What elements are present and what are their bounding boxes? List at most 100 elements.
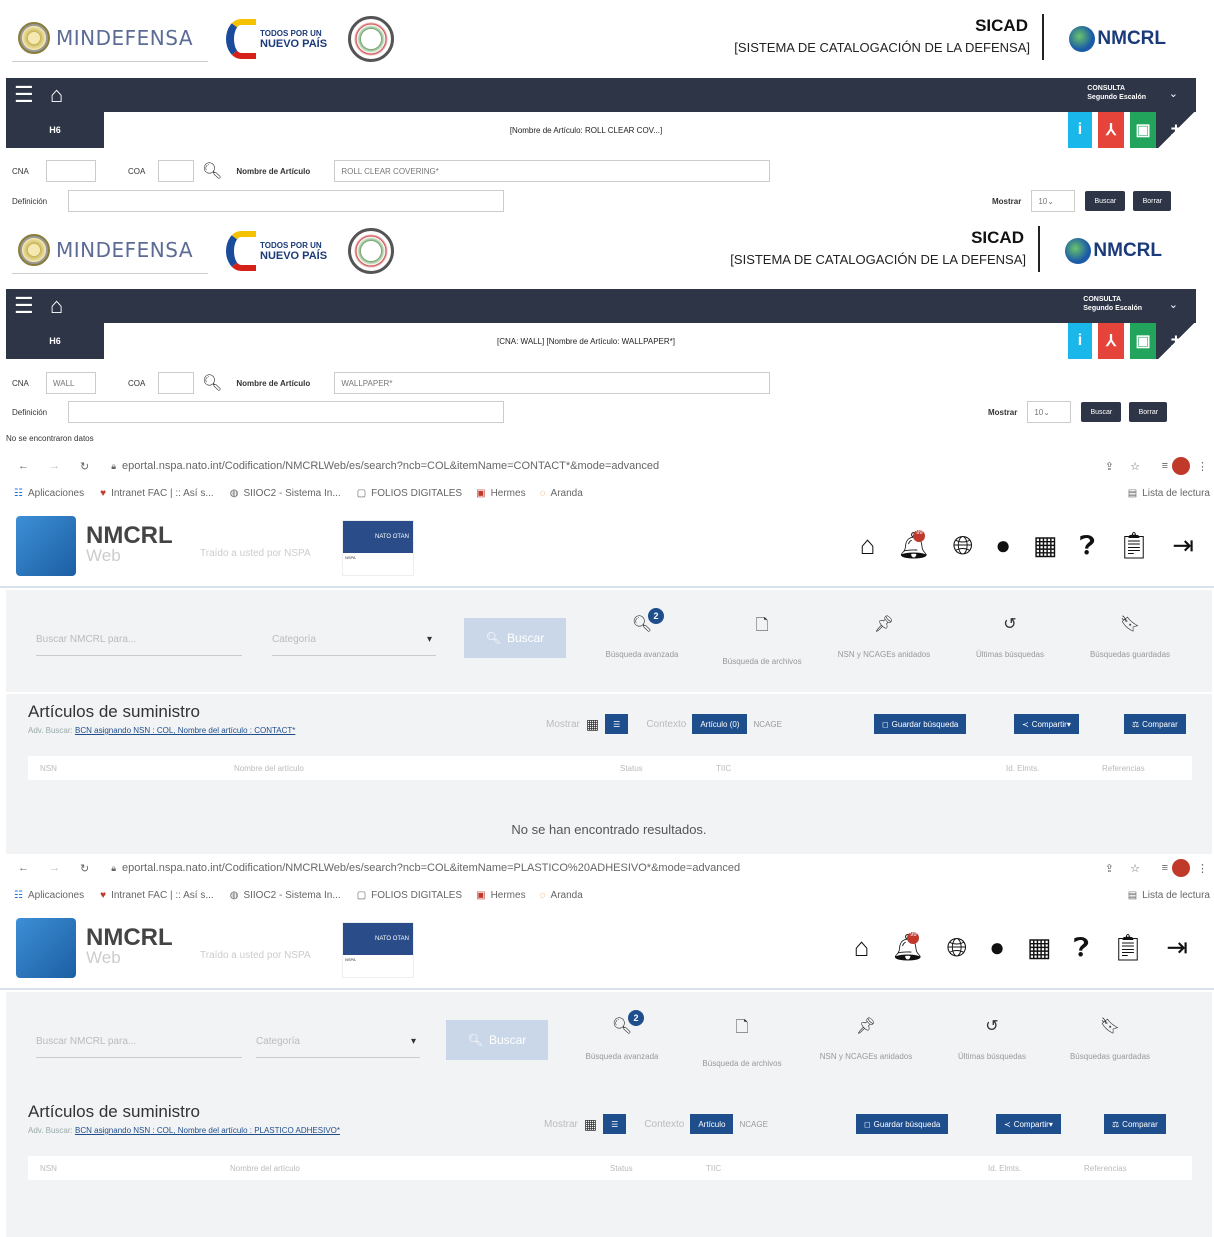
profile-avatar[interactable] xyxy=(1172,859,1190,877)
playlist-icon[interactable]: ≡ xyxy=(1162,460,1168,472)
clipboard-icon[interactable]: 📋︎ xyxy=(1117,530,1150,562)
bookmark-aplicaciones[interactable]: ☷ Aplicaciones xyxy=(14,890,84,901)
grid-icon[interactable]: ▦ xyxy=(1033,530,1058,562)
context-articulo-button[interactable]: Artículo xyxy=(690,1114,734,1134)
excel-icon[interactable]: ▣ xyxy=(1130,323,1156,359)
plus-minus-icon[interactable]: ± xyxy=(1156,112,1196,148)
bookmark-folios[interactable]: ▢ FOLIOS DIGITALES xyxy=(357,488,462,499)
compare-button[interactable]: ⚖ Comparar xyxy=(1124,714,1186,734)
search-input[interactable]: Buscar NMCRL para... xyxy=(36,1024,242,1058)
file-search-tool[interactable]: 🗋 Búsqueda de archivos xyxy=(682,1016,802,1068)
advanced-search-tool[interactable]: 🔍︎ 2 Búsqueda avanzada xyxy=(562,1010,682,1061)
share-icon[interactable]: ⇪ xyxy=(1105,460,1114,473)
definicion-input[interactable] xyxy=(68,401,504,423)
url-field[interactable]: eportal.nspa.nato.int/Codification/NMCRL… xyxy=(122,460,659,472)
nested-nsn-tool[interactable]: 📌︎ NSN y NCAGEs anidados xyxy=(824,614,944,659)
logout-icon[interactable]: ⇥ xyxy=(1172,530,1194,562)
borrar-button[interactable]: Borrar xyxy=(1133,191,1172,211)
bookmark-intranet[interactable]: ♥ Intranet FAC | :: Así s... xyxy=(100,488,214,499)
cna-input[interactable]: WALL xyxy=(46,372,96,394)
circle-icon[interactable]: ● xyxy=(995,530,1011,562)
nombre-input[interactable]: WALLPAPER* xyxy=(334,372,771,394)
home-icon[interactable]: ⌂ xyxy=(854,932,870,964)
grid-icon[interactable]: ▦ xyxy=(1027,932,1052,964)
bookmark-intranet[interactable]: ♥ Intranet FAC | :: Así s... xyxy=(100,890,214,901)
saved-searches-tool[interactable]: 🔖︎ Búsquedas guardadas xyxy=(1050,1016,1170,1061)
definicion-input[interactable] xyxy=(68,190,504,212)
category-select[interactable]: Categoría ▾ xyxy=(272,622,436,656)
logout-icon[interactable]: ⇥ xyxy=(1166,932,1188,964)
advanced-query-link[interactable]: BCN asignando NSN : COL, Nombre del artí… xyxy=(75,1126,340,1135)
kebab-menu-icon[interactable]: ⋮ xyxy=(1197,862,1208,875)
advanced-query-link[interactable]: BCN asignando NSN : COL, Nombre del artí… xyxy=(75,726,295,735)
bookmark-folios[interactable]: ▢ FOLIOS DIGITALES xyxy=(357,890,462,901)
bookmark-aplicaciones[interactable]: ☷ Aplicaciones xyxy=(14,488,84,499)
cna-input[interactable] xyxy=(46,160,96,182)
excel-icon[interactable]: ▣ xyxy=(1130,112,1156,148)
share-icon[interactable]: ⇪ xyxy=(1105,862,1114,875)
menu-icon[interactable]: ☰ xyxy=(14,293,38,319)
star-icon[interactable]: ☆ xyxy=(1130,460,1140,473)
reload-icon[interactable]: ↻ xyxy=(80,460,89,473)
reading-list[interactable]: ▤ Lista de lectura xyxy=(1128,890,1210,901)
coa-input[interactable] xyxy=(158,160,194,182)
profile-avatar[interactable] xyxy=(1172,457,1190,475)
list-view-icon[interactable]: ☰ xyxy=(603,1114,627,1134)
clipboard-icon[interactable]: 📋︎ xyxy=(1111,932,1144,964)
advanced-search-tool[interactable]: 🔍︎ 2 Búsqueda avanzada xyxy=(582,608,702,659)
role-selector[interactable]: CONSULTA Segundo Escalón xyxy=(1083,295,1142,313)
search-input[interactable]: Buscar NMCRL para... xyxy=(36,622,242,656)
chevron-down-icon[interactable]: ⌄ xyxy=(1169,298,1178,311)
language-globe-icon[interactable]: 🌐︎ xyxy=(952,530,973,562)
forward-icon[interactable]: → xyxy=(49,862,60,874)
bell-icon[interactable]: 🔔︎ 99 xyxy=(897,530,930,562)
mostrar-select[interactable]: 10 ⌄ xyxy=(1027,401,1072,423)
star-icon[interactable]: ☆ xyxy=(1130,862,1140,875)
buscar-button[interactable]: Buscar xyxy=(1085,191,1126,211)
grid-view-icon[interactable]: ▦ xyxy=(586,716,599,733)
language-globe-icon[interactable]: 🌐︎ xyxy=(946,932,967,964)
home-icon[interactable]: ⌂ xyxy=(50,82,63,108)
bookmark-siioc2[interactable]: ◍ SIIOC2 - Sistema In... xyxy=(230,890,341,901)
bookmark-hermes[interactable]: ▣ Hermes xyxy=(476,488,525,499)
search-button[interactable]: 🔍︎ Buscar xyxy=(464,618,566,658)
save-search-button[interactable]: ◻ Guardar búsqueda xyxy=(874,714,967,734)
reload-icon[interactable]: ↻ xyxy=(80,862,89,875)
bookmark-aranda[interactable]: ◌ Aranda xyxy=(540,488,583,499)
search-icon[interactable]: 🔍︎ xyxy=(202,373,222,393)
search-button[interactable]: 🔍︎ Buscar xyxy=(446,1020,548,1060)
back-icon[interactable]: ← xyxy=(18,862,29,874)
role-selector[interactable]: CONSULTA Segundo Escalón xyxy=(1087,84,1146,102)
info-icon[interactable]: i xyxy=(1068,323,1092,359)
menu-icon[interactable]: ☰ xyxy=(14,82,38,108)
category-select[interactable]: Categoría ▾ xyxy=(256,1024,420,1058)
circle-icon[interactable]: ● xyxy=(989,932,1005,964)
reading-list[interactable]: ▤ Lista de lectura xyxy=(1128,488,1210,499)
recent-searches-tool[interactable]: ↺ Últimas búsquedas xyxy=(932,1016,1052,1061)
pdf-icon[interactable]: ⅄ xyxy=(1098,323,1124,359)
bell-icon[interactable]: 🔔︎ 99 xyxy=(891,932,924,964)
recent-searches-tool[interactable]: ↺ Últimas búsquedas xyxy=(950,614,1070,659)
share-button[interactable]: ≺ Compartir ▾ xyxy=(1014,714,1079,734)
grid-view-icon[interactable]: ▦ xyxy=(584,1116,597,1133)
buscar-button[interactable]: Buscar xyxy=(1081,402,1122,422)
file-search-tool[interactable]: 🗋 Búsqueda de archivos xyxy=(702,614,822,666)
kebab-menu-icon[interactable]: ⋮ xyxy=(1197,460,1208,473)
search-icon[interactable]: 🔍︎ xyxy=(202,161,222,181)
mostrar-select[interactable]: 10 ⌄ xyxy=(1031,190,1076,212)
home-icon[interactable]: ⌂ xyxy=(50,293,63,319)
compare-button[interactable]: ⚖ Comparar xyxy=(1104,1114,1166,1134)
info-icon[interactable]: i xyxy=(1068,112,1092,148)
back-icon[interactable]: ← xyxy=(18,460,29,472)
bookmark-siioc2[interactable]: ◍ SIIOC2 - Sistema In... xyxy=(230,488,341,499)
bookmark-aranda[interactable]: ◌ Aranda xyxy=(540,890,583,901)
nested-nsn-tool[interactable]: 📌︎ NSN y NCAGEs anidados xyxy=(806,1016,926,1061)
saved-searches-tool[interactable]: 🔖︎ Búsquedas guardadas xyxy=(1070,614,1190,659)
pdf-icon[interactable]: ⅄ xyxy=(1098,112,1124,148)
nombre-input[interactable]: ROLL CLEAR COVERING* xyxy=(334,160,771,182)
bookmark-hermes[interactable]: ▣ Hermes xyxy=(476,890,525,901)
home-icon[interactable]: ⌂ xyxy=(860,530,876,562)
borrar-button[interactable]: Borrar xyxy=(1129,402,1168,422)
save-search-button[interactable]: ◻ Guardar búsqueda xyxy=(856,1114,949,1134)
context-ncage-button[interactable]: NCAGE xyxy=(739,1120,767,1129)
